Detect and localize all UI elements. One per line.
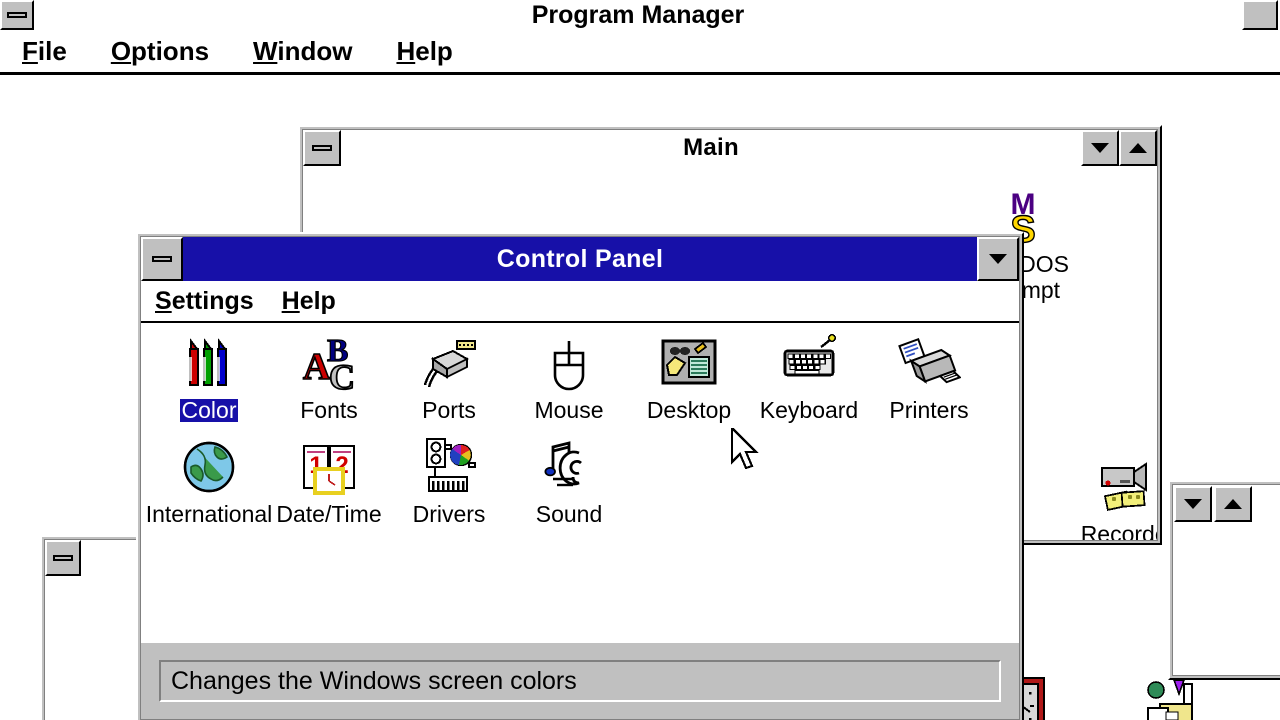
applet-label: International	[145, 501, 273, 527]
applet-mouse[interactable]: Mouse	[509, 331, 629, 422]
control-panel-titlebar: Control Panel	[141, 237, 1019, 281]
recorder-icon	[1096, 456, 1157, 520]
main-group-title: Main	[683, 134, 739, 161]
desktop-pattern-icon-svg	[661, 339, 717, 385]
minimize-box-icon	[312, 145, 332, 151]
control-panel-system-menu-button[interactable]	[141, 237, 183, 281]
globe-icon-svg	[183, 441, 235, 493]
main-group-maximize-button[interactable]	[1119, 130, 1157, 166]
applet-ports[interactable]: Ports	[389, 331, 509, 422]
program-manager-titlebar: Program Manager	[0, 0, 1280, 30]
control-panel-window[interactable]: Control Panel Settings Help Color A B C …	[136, 232, 1024, 720]
applet-row-2: International 1 2 Date/Time Drivers Soun…	[146, 435, 629, 526]
right-group-window[interactable]	[1168, 480, 1280, 680]
main-group-restore-button[interactable]	[1081, 130, 1119, 166]
applet-drivers[interactable]: Drivers	[389, 435, 509, 526]
applet-desktop[interactable]: Desktop	[629, 331, 749, 422]
chevron-down-icon	[1091, 143, 1109, 153]
keyboard-icon	[777, 331, 841, 395]
serial-port-icon	[417, 331, 481, 395]
chevron-down-icon	[1184, 499, 1202, 509]
applet-sound[interactable]: Sound	[509, 435, 629, 526]
minimize-box-icon	[152, 256, 172, 262]
applet-label: Fonts	[300, 397, 358, 423]
mouse-icon	[537, 331, 601, 395]
right-group-maximize-button[interactable]	[1214, 486, 1252, 522]
keyboard-icon-svg	[783, 333, 836, 377]
control-panel-statusbar-area: Changes the Windows screen colors	[141, 643, 1019, 719]
program-manager-title: Program Manager	[531, 0, 745, 29]
desktop-pattern-icon	[657, 331, 721, 395]
program-item-label: Recorder	[1080, 521, 1157, 540]
program-manager-menubar: File Options Window Help	[0, 30, 1280, 75]
minimize-box-icon	[7, 12, 27, 18]
chevron-up-icon	[1129, 143, 1147, 153]
calendar-clock-icon: 1 2	[297, 435, 361, 499]
control-panel-title: Control Panel	[496, 244, 664, 273]
serial-port-icon-svg	[423, 340, 476, 388]
applet-date-time[interactable]: 1 2 Date/Time	[269, 435, 389, 526]
mouse-icon-svg	[553, 341, 585, 391]
printer-icon-svg	[898, 337, 962, 384]
control-panel-restore-button[interactable]	[977, 237, 1019, 281]
applet-label: Keyboard	[759, 397, 859, 423]
sound-note-ear-icon	[537, 435, 601, 499]
applet-label: Drivers	[412, 501, 486, 527]
control-panel-menubar: Settings Help	[141, 281, 1019, 323]
program-item-recorder[interactable]: Recorder	[1068, 456, 1157, 540]
recorder-icon-svg	[1101, 462, 1147, 511]
applet-keyboard[interactable]: Keyboard	[749, 331, 869, 422]
audio-drivers-icon-svg	[425, 437, 476, 493]
crayons-icon	[177, 331, 241, 395]
menu-window[interactable]: Window	[231, 36, 374, 67]
visual-basic-system-menu-button[interactable]	[45, 540, 81, 576]
main-group-titlebar: Main	[303, 130, 1157, 166]
globe-icon	[177, 435, 241, 499]
minimize-box-icon	[53, 555, 73, 561]
audio-drivers-icon	[417, 435, 481, 499]
applet-label: Printers	[889, 397, 969, 423]
cp-menu-help[interactable]: Help	[268, 287, 350, 316]
main-group-system-menu-button[interactable]	[303, 130, 341, 166]
menu-help[interactable]: Help	[374, 36, 474, 67]
applet-label: Desktop	[646, 397, 732, 423]
menu-options[interactable]: Options	[89, 36, 231, 67]
crayons-icon-svg	[189, 338, 227, 386]
abc-letters-icon-svg: A B C	[302, 331, 356, 398]
calendar-clock-icon-svg: 1 2	[303, 445, 355, 495]
applet-label: Ports	[422, 397, 476, 423]
control-panel-status-text: Changes the Windows screen colors	[159, 660, 1001, 702]
applet-label: Color	[179, 397, 239, 423]
menu-file[interactable]: File	[0, 36, 89, 67]
printer-icon	[897, 331, 962, 395]
applet-fonts[interactable]: A B C Fonts	[269, 331, 389, 422]
applet-row-1: Color A B C Fonts Ports Mouse Desktop Ke…	[149, 331, 989, 422]
control-panel-applet-grid: Color A B C Fonts Ports Mouse Desktop Ke…	[141, 323, 1019, 643]
applet-color[interactable]: Color	[149, 331, 269, 422]
program-manager-restore-button[interactable]	[1242, 0, 1278, 30]
applet-label: Sound	[535, 501, 603, 527]
chevron-up-icon	[1224, 499, 1242, 509]
applet-label: Mouse	[534, 397, 604, 423]
program-manager-window: Program Manager File Options Window Help…	[0, 0, 1280, 720]
applet-label: Date/Time	[276, 501, 382, 527]
chevron-down-icon	[989, 254, 1007, 264]
program-manager-system-menu-button[interactable]	[0, 0, 34, 30]
program-manager-desktop: Microsoft Visual Basic	[0, 75, 1280, 720]
cp-menu-settings[interactable]: Settings	[141, 287, 268, 316]
applet-international[interactable]: International	[146, 435, 272, 526]
applet-printers[interactable]: Printers	[869, 331, 989, 422]
sound-note-ear-icon-svg	[544, 441, 582, 487]
right-group-restore-button[interactable]	[1174, 486, 1212, 522]
svg-text:C: C	[329, 357, 355, 395]
abc-letters-icon: A B C	[297, 331, 361, 398]
